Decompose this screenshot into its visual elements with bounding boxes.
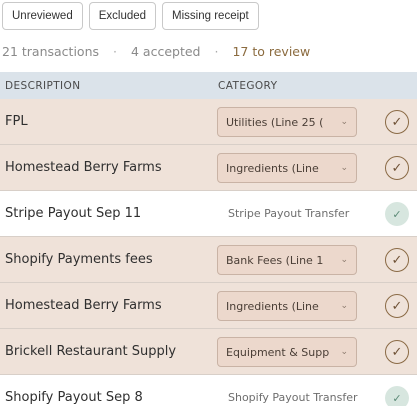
- category-select-value: Ingredients (Line: [226, 161, 319, 175]
- category-select[interactable]: Ingredients (Line ⌄: [217, 291, 357, 321]
- category-label: Shopify Payout Transfer: [228, 391, 358, 404]
- table-row[interactable]: Shopify Payout Sep 8 Shopify Payout Tran…: [0, 375, 417, 406]
- column-header-description: DESCRIPTION: [5, 79, 81, 92]
- category-select-value: Equipment & Supp: [226, 345, 330, 359]
- filter-bar: Unreviewed Excluded Missing receipt: [2, 2, 259, 30]
- table-header: DESCRIPTION CATEGORY: [0, 72, 417, 99]
- row-description: Homestead Berry Farms: [5, 298, 162, 313]
- table-row[interactable]: Shopify Payments fees Bank Fees (Line 1 …: [0, 237, 417, 283]
- row-description: Stripe Payout Sep 11: [5, 206, 142, 221]
- filter-excluded-button[interactable]: Excluded: [88, 2, 157, 30]
- transaction-summary: 21 transactions · 4 accepted · 17 to rev…: [2, 44, 310, 59]
- accept-checkmark-icon[interactable]: ✓: [385, 248, 409, 272]
- category-select[interactable]: Bank Fees (Line 1 ⌄: [217, 245, 357, 275]
- filter-missing-receipt-button[interactable]: Missing receipt: [162, 2, 259, 30]
- table-row[interactable]: Homestead Berry Farms Ingredients (Line …: [0, 145, 417, 191]
- row-description: Shopify Payout Sep 8: [5, 390, 143, 405]
- accept-checkmark-icon[interactable]: ✓: [385, 110, 409, 134]
- accepted-count: 4 accepted: [131, 44, 201, 59]
- accept-checkmark-icon[interactable]: ✓: [385, 340, 409, 364]
- table-row[interactable]: Stripe Payout Sep 11 Stripe Payout Trans…: [0, 191, 417, 237]
- row-description: Homestead Berry Farms: [5, 160, 162, 175]
- separator-dot: ·: [113, 44, 117, 59]
- to-review-count: 17 to review: [232, 44, 311, 59]
- accept-checkmark-icon[interactable]: ✓: [385, 294, 409, 318]
- row-description: FPL: [5, 114, 28, 129]
- transaction-list: FPL Utilities (Line 25 ( ⌄ ✓ Homestead B…: [0, 99, 417, 406]
- row-description: Brickell Restaurant Supply: [5, 344, 177, 359]
- category-select[interactable]: Utilities (Line 25 ( ⌄: [217, 107, 357, 137]
- table-row[interactable]: Homestead Berry Farms Ingredients (Line …: [0, 283, 417, 329]
- transaction-count: 21 transactions: [2, 44, 100, 59]
- accept-checkmark-icon[interactable]: ✓: [385, 156, 409, 180]
- separator-dot: ·: [214, 44, 219, 59]
- row-description: Shopify Payments fees: [5, 252, 153, 267]
- chevron-down-icon: ⌄: [340, 301, 348, 311]
- category-select[interactable]: Ingredients (Line ⌄: [217, 153, 357, 183]
- category-label: Stripe Payout Transfer: [228, 207, 350, 220]
- chevron-down-icon: ⌄: [340, 347, 348, 357]
- filter-unreviewed-button[interactable]: Unreviewed: [2, 2, 83, 30]
- table-row[interactable]: FPL Utilities (Line 25 ( ⌄ ✓: [0, 99, 417, 145]
- chevron-down-icon: ⌄: [340, 117, 348, 127]
- column-header-category: CATEGORY: [218, 79, 278, 92]
- table-row[interactable]: Brickell Restaurant Supply Equipment & S…: [0, 329, 417, 375]
- chevron-down-icon: ⌄: [340, 255, 348, 265]
- category-select-value: Bank Fees (Line 1: [226, 253, 324, 267]
- category-select[interactable]: Equipment & Supp ⌄: [217, 337, 357, 367]
- category-select-value: Utilities (Line 25 (: [226, 115, 324, 129]
- category-select-value: Ingredients (Line: [226, 299, 319, 313]
- accepted-checkmark-icon[interactable]: ✓: [385, 202, 409, 226]
- accepted-checkmark-icon[interactable]: ✓: [385, 386, 409, 406]
- chevron-down-icon: ⌄: [340, 163, 348, 173]
